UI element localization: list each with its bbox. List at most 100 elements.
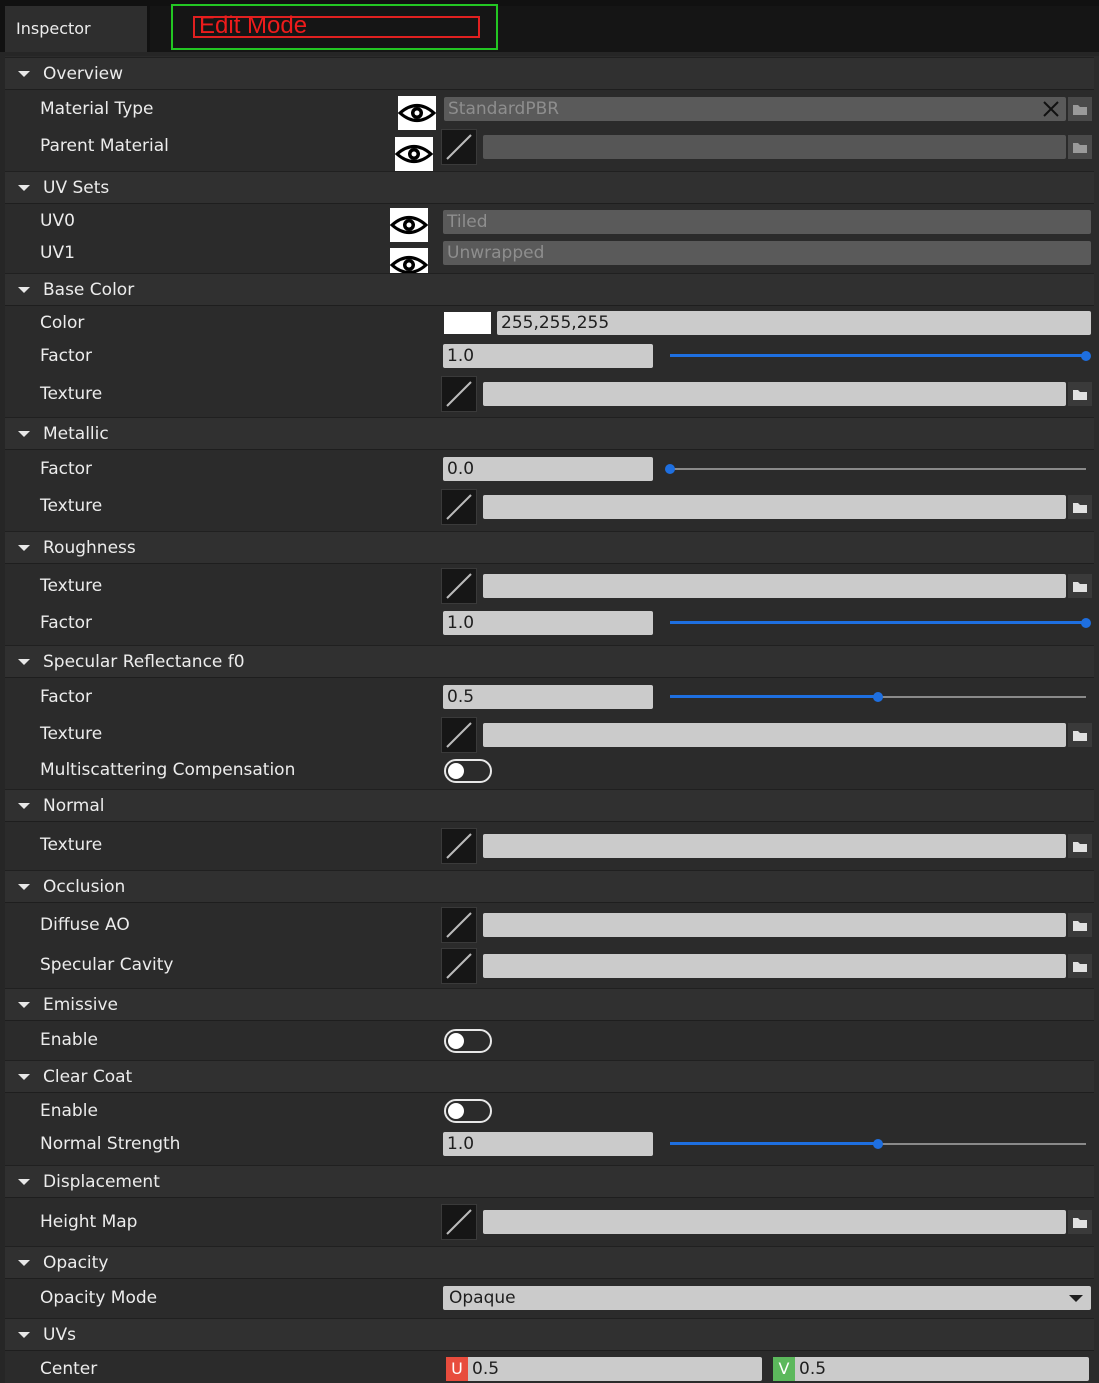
- color-value-field[interactable]: 255,255,255: [497, 311, 1091, 335]
- section-normal[interactable]: Normal: [5, 789, 1094, 822]
- folder-icon[interactable]: [1068, 1210, 1092, 1234]
- uv1-field[interactable]: Unwrapped: [443, 241, 1091, 265]
- parent-material-field[interactable]: [483, 135, 1066, 159]
- factor-field[interactable]: 1.0: [443, 611, 653, 635]
- folder-icon[interactable]: [1068, 495, 1092, 519]
- section-displacement[interactable]: Displacement: [5, 1165, 1094, 1198]
- factor-field[interactable]: 0.0: [443, 457, 653, 481]
- folder-icon[interactable]: [1068, 135, 1092, 159]
- texture-label: Texture: [40, 576, 103, 596]
- chevron-down-icon: [1069, 1295, 1083, 1302]
- clear-coat-enable-toggle[interactable]: [444, 1099, 492, 1123]
- texture-thumbnail-icon[interactable]: [441, 489, 477, 525]
- eye-icon[interactable]: [389, 208, 429, 242]
- triangle-down-icon: [18, 1179, 30, 1185]
- slider-handle[interactable]: [1081, 351, 1091, 361]
- folder-icon[interactable]: [1068, 834, 1092, 858]
- triangle-down-icon: [18, 71, 30, 77]
- folder-icon[interactable]: [1068, 574, 1092, 598]
- texture-thumbnail-icon[interactable]: [441, 1204, 477, 1240]
- center-v-field[interactable]: 0.5: [795, 1357, 1089, 1381]
- texture-path-field[interactable]: [483, 723, 1066, 747]
- triangle-down-icon: [18, 1260, 30, 1266]
- specular-cavity-path-field[interactable]: [483, 954, 1066, 978]
- texture-thumbnail-icon[interactable]: [441, 129, 477, 165]
- close-icon[interactable]: [1042, 100, 1060, 118]
- texture-path-field[interactable]: [483, 382, 1066, 406]
- texture-thumbnail-icon[interactable]: [441, 717, 477, 753]
- section-emissive[interactable]: Emissive: [5, 988, 1094, 1021]
- slider-handle[interactable]: [665, 464, 675, 474]
- section-clear-coat[interactable]: Clear Coat: [5, 1060, 1094, 1093]
- folder-icon[interactable]: [1068, 97, 1092, 121]
- u-tag: U: [446, 1357, 468, 1381]
- color-swatch[interactable]: [444, 312, 491, 334]
- factor-slider[interactable]: [665, 459, 1086, 479]
- section-specular-reflectance[interactable]: Specular Reflectance f0: [5, 645, 1094, 678]
- section-uvs[interactable]: UVs: [5, 1318, 1094, 1351]
- eye-icon[interactable]: [394, 137, 434, 171]
- opacity-mode-label: Opacity Mode: [40, 1288, 158, 1308]
- triangle-down-icon: [18, 431, 30, 437]
- section-uv-sets[interactable]: UV Sets: [5, 171, 1094, 204]
- height-map-path-field[interactable]: [483, 1210, 1066, 1234]
- opacity-mode-dropdown[interactable]: Opaque: [443, 1286, 1091, 1310]
- section-base-color[interactable]: Base Color: [5, 273, 1094, 306]
- texture-thumbnail-icon[interactable]: [441, 907, 477, 943]
- texture-path-field[interactable]: [483, 834, 1066, 858]
- color-label: Color: [40, 313, 85, 333]
- folder-icon[interactable]: [1068, 913, 1092, 937]
- section-roughness[interactable]: Roughness: [5, 531, 1094, 564]
- tab-bar: Inspector Edit Mode: [0, 0, 1099, 52]
- material-type-field[interactable]: StandardPBR: [444, 97, 1066, 121]
- texture-label: Texture: [40, 724, 103, 744]
- texture-label: Texture: [40, 835, 103, 855]
- texture-thumbnail-icon[interactable]: [441, 376, 477, 412]
- section-title: Emissive: [43, 995, 118, 1015]
- section-opacity[interactable]: Opacity: [5, 1246, 1094, 1279]
- section-title: Overview: [43, 64, 124, 84]
- uv0-field[interactable]: Tiled: [443, 210, 1091, 234]
- texture-thumbnail-icon[interactable]: [441, 568, 477, 604]
- folder-icon[interactable]: [1068, 382, 1092, 406]
- texture-path-field[interactable]: [483, 495, 1066, 519]
- eye-icon[interactable]: [397, 96, 437, 130]
- factor-label: Factor: [40, 459, 93, 479]
- normal-strength-slider[interactable]: [670, 1134, 1086, 1154]
- multiscattering-toggle[interactable]: [444, 759, 492, 783]
- edit-mode-highlight: Edit Mode: [171, 4, 498, 50]
- folder-icon[interactable]: [1068, 954, 1092, 978]
- folder-icon[interactable]: [1068, 723, 1092, 747]
- diffuse-ao-path-field[interactable]: [483, 913, 1066, 937]
- uv0-label: UV0: [40, 211, 75, 231]
- section-occlusion[interactable]: Occlusion: [5, 870, 1094, 903]
- slider-handle[interactable]: [873, 692, 883, 702]
- clear-coat-enable-label: Enable: [40, 1101, 98, 1121]
- emissive-enable-toggle[interactable]: [444, 1029, 492, 1053]
- section-title: UVs: [43, 1325, 76, 1345]
- factor-slider[interactable]: [670, 346, 1091, 366]
- factor-slider[interactable]: [670, 687, 1086, 707]
- texture-thumbnail-icon[interactable]: [441, 828, 477, 864]
- section-title: Specular Reflectance f0: [43, 652, 245, 672]
- texture-path-field[interactable]: [483, 574, 1066, 598]
- factor-label: Factor: [40, 346, 93, 366]
- parent-material-label: Parent Material: [40, 136, 169, 156]
- opacity-mode-value: Opaque: [449, 1288, 516, 1308]
- texture-thumbnail-icon[interactable]: [441, 948, 477, 984]
- slider-handle[interactable]: [1081, 618, 1091, 628]
- texture-label: Texture: [40, 384, 103, 404]
- center-u-field[interactable]: 0.5: [468, 1357, 762, 1381]
- edit-mode-label: Edit Mode: [193, 14, 480, 38]
- emissive-enable-label: Enable: [40, 1030, 98, 1050]
- section-metallic[interactable]: Metallic: [5, 417, 1094, 450]
- factor-field[interactable]: 0.5: [443, 685, 653, 709]
- section-overview[interactable]: Overview: [5, 57, 1094, 90]
- factor-field[interactable]: 1.0: [443, 344, 653, 368]
- normal-strength-field[interactable]: 1.0: [443, 1132, 653, 1156]
- factor-label: Factor: [40, 687, 93, 707]
- slider-handle[interactable]: [873, 1139, 883, 1149]
- factor-slider[interactable]: [670, 613, 1091, 633]
- center-label: Center: [40, 1359, 98, 1379]
- tab-inspector[interactable]: Inspector: [5, 6, 147, 52]
